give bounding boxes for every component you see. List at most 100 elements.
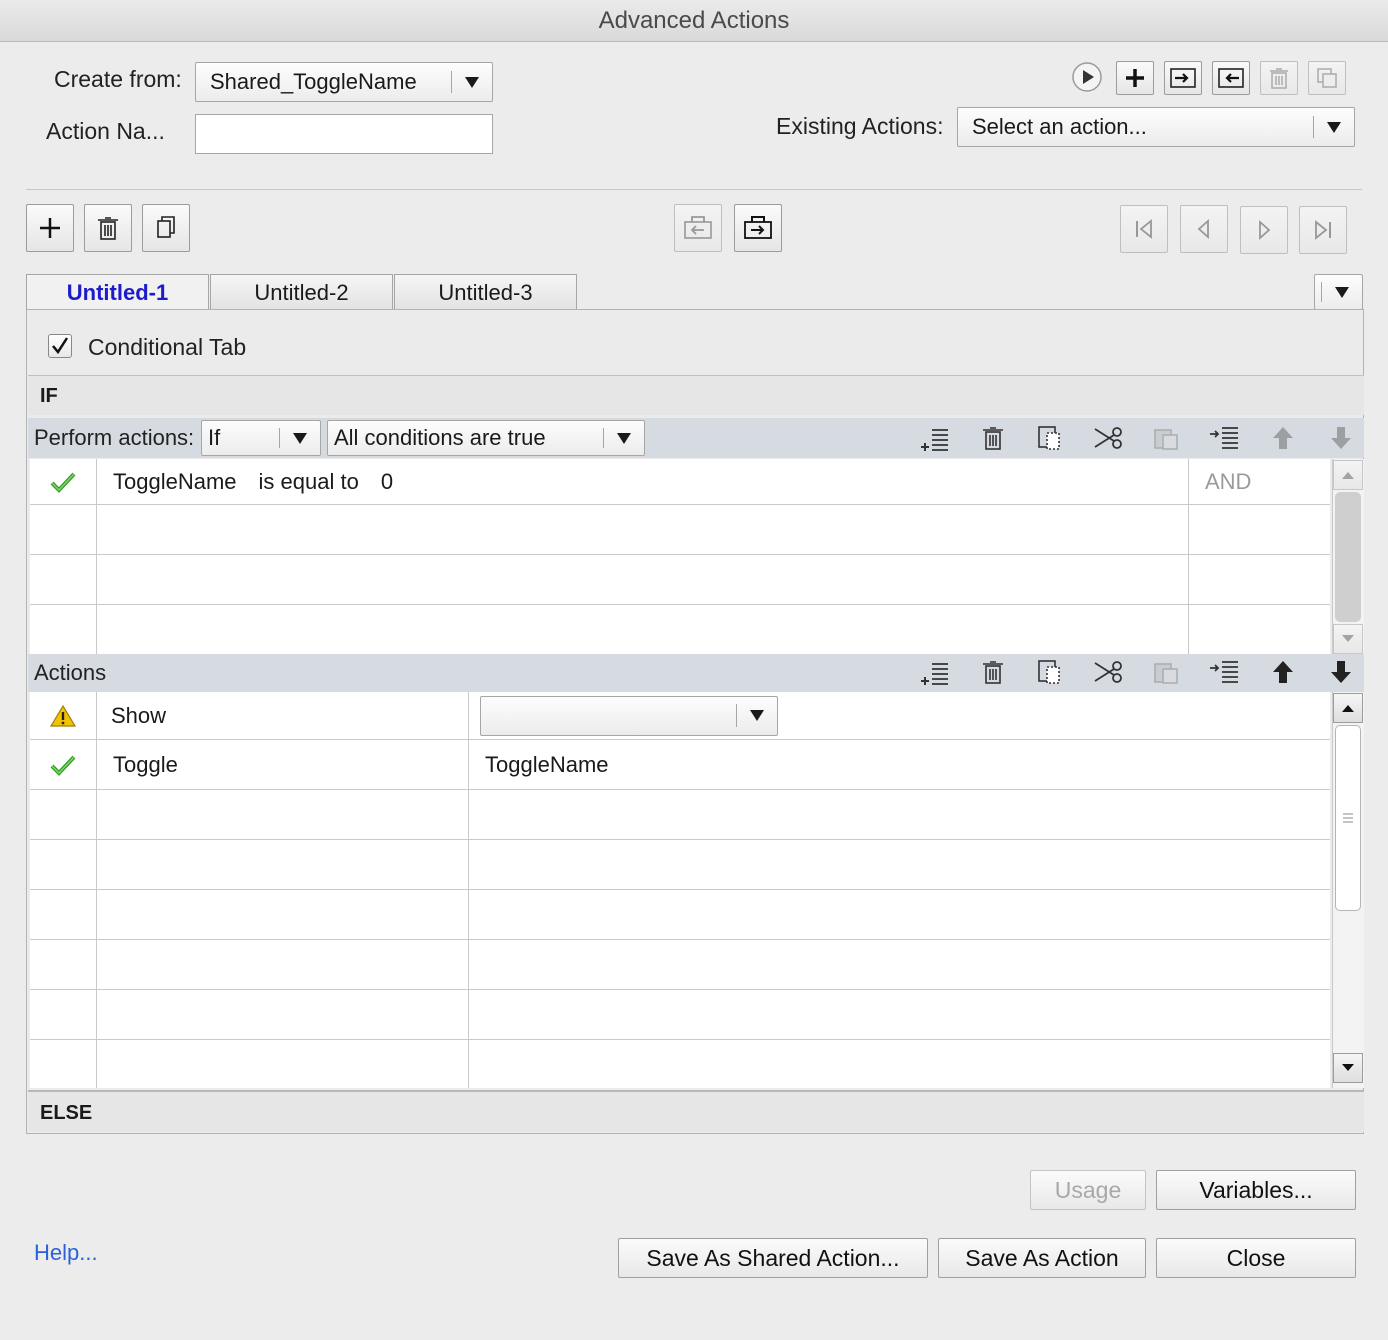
- export-tab-button[interactable]: [734, 204, 782, 252]
- insert-row-button[interactable]: [906, 654, 964, 690]
- action-name-cell[interactable]: Show: [97, 692, 469, 739]
- scroll-up-button[interactable]: [1333, 460, 1363, 490]
- scroll-up-button[interactable]: [1333, 693, 1363, 723]
- chevron-up-icon: [1342, 705, 1354, 712]
- condition-expression-cell[interactable]: ToggleName is equal to 0: [97, 459, 1189, 504]
- add-tab-button[interactable]: [26, 204, 74, 252]
- previous-tab-button[interactable]: [1180, 205, 1228, 253]
- paste-row-button[interactable]: [1138, 420, 1196, 456]
- arrow-down-icon: [1331, 661, 1351, 683]
- move-up-button[interactable]: [1254, 420, 1312, 456]
- add-action-button[interactable]: [1116, 61, 1154, 95]
- move-down-button[interactable]: [1312, 654, 1370, 690]
- tab-list-dropdown[interactable]: [1314, 274, 1363, 310]
- tab-untitled-1[interactable]: Untitled-1: [26, 274, 209, 310]
- table-row[interactable]: [30, 505, 1330, 555]
- perform-if-value: If: [208, 425, 221, 450]
- condition-operator[interactable]: is equal to: [259, 469, 359, 495]
- cut-row-button[interactable]: [1080, 420, 1138, 456]
- trash-icon: [983, 427, 1003, 450]
- help-link[interactable]: Help...: [34, 1240, 98, 1266]
- copy-row-button[interactable]: [1022, 420, 1080, 456]
- table-row[interactable]: ToggleName is equal to 0 AND: [30, 459, 1330, 505]
- action-target-dropdown[interactable]: [480, 695, 778, 736]
- table-row[interactable]: [30, 555, 1330, 605]
- condition-variable[interactable]: ToggleName: [113, 469, 237, 495]
- move-up-button[interactable]: [1254, 654, 1312, 690]
- tab-untitled-3[interactable]: Untitled-3: [394, 274, 577, 310]
- table-row[interactable]: Show: [30, 692, 1330, 740]
- condition-logic-cell[interactable]: AND: [1189, 459, 1330, 504]
- export-action-button[interactable]: [1212, 61, 1250, 95]
- save-as-shared-action-button[interactable]: Save As Shared Action...: [618, 1238, 928, 1278]
- last-tab-button[interactable]: [1299, 206, 1347, 254]
- skip-last-icon: [1315, 220, 1331, 240]
- conditions-scrollbar[interactable]: [1332, 459, 1364, 655]
- copy-row-button[interactable]: [1022, 654, 1080, 690]
- action-target-cell[interactable]: ToggleName: [469, 740, 1330, 789]
- duplicate-action-button[interactable]: [1308, 61, 1346, 95]
- table-row[interactable]: [30, 990, 1330, 1040]
- perform-if-dropdown[interactable]: If: [201, 420, 321, 456]
- table-row[interactable]: [30, 890, 1330, 940]
- actions-scrollbar[interactable]: [1332, 692, 1364, 1088]
- action-status-cell: [30, 692, 97, 739]
- table-row[interactable]: [30, 790, 1330, 840]
- delete-action-button[interactable]: [1260, 61, 1298, 95]
- conditions-type-dropdown[interactable]: All conditions are true: [327, 420, 645, 456]
- copy-icon: [1038, 426, 1060, 450]
- perform-actions-label: Perform actions:: [34, 425, 195, 450]
- import-action-button[interactable]: [1164, 61, 1202, 95]
- cut-row-button[interactable]: [1080, 654, 1138, 690]
- chevron-down-icon: [604, 432, 644, 444]
- copy-icon: [1038, 660, 1060, 684]
- duplicate-tab-button[interactable]: [142, 204, 190, 252]
- scroll-down-button[interactable]: [1333, 1053, 1363, 1083]
- scroll-thumb[interactable]: [1335, 725, 1361, 911]
- action-name-cell[interactable]: Toggle: [97, 740, 469, 789]
- delete-row-button[interactable]: [964, 654, 1022, 690]
- table-row[interactable]: [30, 940, 1330, 990]
- next-tab-button[interactable]: [1240, 206, 1288, 254]
- warning-icon: [50, 704, 76, 727]
- window-title: Advanced Actions: [0, 0, 1388, 42]
- import-tab-button[interactable]: [674, 204, 722, 252]
- preview-button[interactable]: [1070, 60, 1104, 94]
- table-row[interactable]: Toggle ToggleName: [30, 740, 1330, 790]
- existing-actions-dropdown[interactable]: Select an action...: [957, 107, 1355, 147]
- first-tab-button[interactable]: [1120, 205, 1168, 253]
- action-name-input[interactable]: [195, 114, 493, 154]
- conditional-tab-checkbox[interactable]: [48, 334, 72, 358]
- chevron-down-icon: [737, 710, 777, 721]
- usage-button[interactable]: Usage: [1030, 1170, 1146, 1210]
- save-as-action-button[interactable]: Save As Action: [938, 1238, 1146, 1278]
- chevron-down-icon: [1322, 286, 1362, 298]
- create-from-dropdown[interactable]: Shared_ToggleName: [195, 62, 493, 102]
- scissors-icon: [1094, 661, 1122, 683]
- table-row[interactable]: [30, 1040, 1330, 1088]
- paste-row-button[interactable]: [1138, 654, 1196, 690]
- delete-row-button[interactable]: [964, 420, 1022, 456]
- insert-row-button[interactable]: [906, 420, 964, 456]
- close-button[interactable]: Close: [1156, 1238, 1356, 1278]
- export-icon: [744, 216, 772, 239]
- actions-icon-toolbar: [906, 654, 1370, 690]
- create-from-label: Create from:: [54, 66, 182, 92]
- insert-after-button[interactable]: [1196, 654, 1254, 690]
- next-icon: [1259, 219, 1271, 241]
- table-row[interactable]: [30, 605, 1330, 655]
- chevron-down-icon: [1342, 635, 1354, 642]
- insert-after-button[interactable]: [1196, 420, 1254, 456]
- scroll-down-button[interactable]: [1333, 624, 1363, 654]
- variables-button[interactable]: Variables...: [1156, 1170, 1356, 1210]
- condition-value[interactable]: 0: [381, 469, 393, 495]
- table-row[interactable]: [30, 840, 1330, 890]
- duplicate-icon: [1317, 68, 1337, 88]
- create-from-value: Shared_ToggleName: [210, 69, 417, 94]
- action-target-cell: [469, 692, 1330, 739]
- tab-untitled-2[interactable]: Untitled-2: [210, 274, 393, 310]
- scroll-thumb[interactable]: [1335, 492, 1361, 622]
- delete-tab-button[interactable]: [84, 204, 132, 252]
- move-down-button[interactable]: [1312, 420, 1370, 456]
- conditions-icon-toolbar: [906, 420, 1370, 456]
